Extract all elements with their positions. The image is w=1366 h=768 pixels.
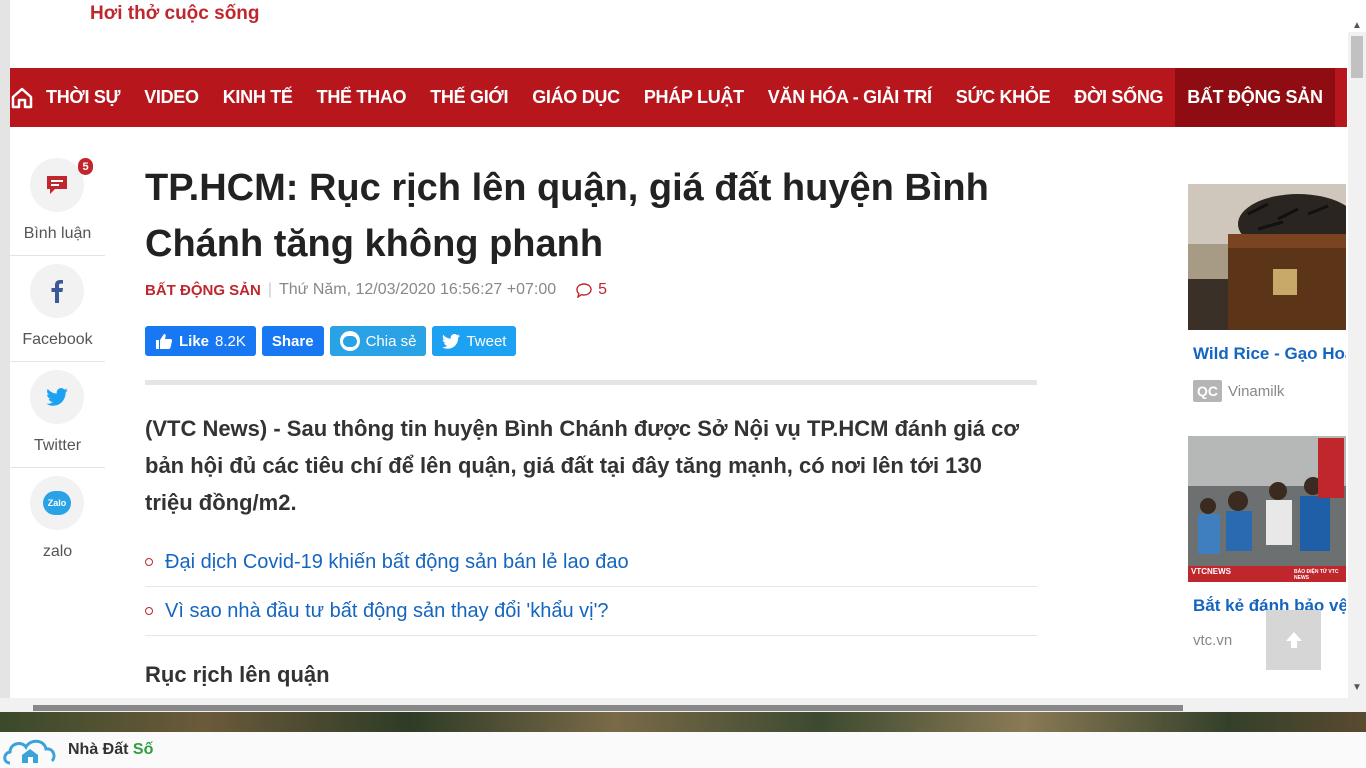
twitter-icon[interactable]	[30, 370, 84, 424]
related-link-text[interactable]: Đại dịch Covid-19 khiến bất động sản bán…	[165, 551, 629, 574]
facebook-like-button[interactable]: Like 8.2K	[145, 326, 256, 356]
nav-item-van-hoa-giai-tri[interactable]: VĂN HÓA - GIẢI TRÍ	[756, 68, 944, 127]
bottom-banner-image	[0, 712, 1366, 732]
zalo-share-button[interactable]: Chia sẻ	[329, 326, 427, 356]
like-label: Like	[179, 332, 210, 350]
related-link[interactable]: Đại dịch Covid-19 khiến bất động sản bán…	[145, 538, 1037, 587]
ad-source: QC Vinamilk	[1193, 380, 1346, 402]
social-buttons: Like 8.2K Share Chia sẻ Tweet	[145, 326, 517, 356]
tweet-bird-icon	[442, 333, 461, 349]
back-to-top-button[interactable]	[1266, 610, 1321, 670]
nav-item-doi-song[interactable]: ĐỜI SỐNG	[1062, 68, 1175, 127]
thumbs-up-icon	[156, 333, 173, 349]
ad-source-name: Vinamilk	[1228, 382, 1285, 400]
arrow-up-icon	[1285, 632, 1302, 648]
bullet-icon	[145, 558, 153, 566]
nav-item-suc-khoe[interactable]: SỨC KHỎE	[944, 68, 1063, 127]
cloud-house-icon	[3, 739, 56, 765]
main-nav: THỜI SỰ VIDEO KINH TẾ THỂ THAO THẾ GIỚI …	[10, 68, 1366, 127]
zalo-label: zalo	[42, 543, 73, 560]
ad-source-name: vtc.vn	[1193, 632, 1233, 649]
article-comment-count: 5	[598, 281, 608, 298]
zalo-small-icon	[339, 331, 360, 351]
bottom-logo[interactable]: Nhà Đất Số	[0, 732, 1366, 768]
nav-item-video[interactable]: VIDEO	[132, 68, 211, 127]
share-sidebar: 5 Bình luận Facebook Twitter Zalo zalo	[10, 150, 105, 573]
article-comment-link[interactable]: 5	[576, 281, 607, 299]
horizontal-scrollbar-thumb[interactable]	[33, 705, 1183, 711]
zalo-share-item[interactable]: Zalo zalo	[10, 468, 105, 573]
horizontal-scrollbar[interactable]	[0, 698, 1366, 712]
site-slogan: Hơi thở cuộc sống	[90, 3, 260, 24]
vertical-scrollbar-thumb[interactable]	[1351, 36, 1363, 78]
nav-item-bat-dong-san[interactable]: BẤT ĐỘNG SẢN	[1175, 68, 1335, 127]
home-icon[interactable]	[10, 68, 34, 127]
article-category-link[interactable]: BẤT ĐỘNG SẢN	[145, 282, 261, 299]
sidebar-ad-1[interactable]: Wild Rice - Gạo Hoang QC Vinamilk	[1188, 184, 1346, 402]
bottom-logo-text: Nhà Đất Số	[68, 741, 154, 758]
nav-item-thoi-su[interactable]: THỜI SỰ	[34, 68, 132, 127]
comment-icon[interactable]	[30, 158, 84, 212]
article-datetime: Thứ Năm, 12/03/2020 16:56:27 +07:00	[279, 281, 557, 298]
article-title: TP.HCM: Rục rịch lên quận, giá đất huyện…	[145, 167, 989, 265]
nav-item-phap-luat[interactable]: PHÁP LUẬT	[632, 68, 756, 127]
scroll-down-arrow-icon[interactable]: ▼	[1352, 682, 1362, 693]
twitter-label: Twitter	[33, 437, 82, 454]
page-left-gutter	[0, 0, 10, 712]
scroll-up-arrow-icon[interactable]: ▲	[1352, 20, 1362, 31]
article-meta: BẤT ĐỘNG SẢN | Thứ Năm, 12/03/2020 16:56…	[145, 281, 607, 299]
facebook-share-button[interactable]: Share	[261, 326, 324, 356]
tweet-label: Tweet	[466, 332, 507, 350]
comments-label: Bình luận	[23, 225, 92, 242]
zalo-icon[interactable]: Zalo	[30, 476, 84, 530]
tweet-button[interactable]: Tweet	[432, 326, 517, 356]
ad-image-wild-rice[interactable]	[1188, 184, 1346, 330]
ad-image-hospital-fight[interactable]: VTCNEWS BÁO ĐIỆN TỬ VTC NEWS	[1188, 436, 1346, 582]
nav-item-giao-duc[interactable]: GIÁO DỤC	[520, 68, 632, 127]
nav-item-kinh-te[interactable]: KINH TẾ	[211, 68, 305, 127]
facebook-icon[interactable]	[30, 264, 84, 318]
zalo-icon-text: Zalo	[43, 491, 71, 515]
ad-overlay-logo: VTCNEWS	[1191, 567, 1231, 576]
facebook-label: Facebook	[22, 331, 93, 348]
ad-badge: QC	[1193, 380, 1222, 402]
article-sapo: (VTC News) - Sau thông tin huyện Bình Ch…	[145, 416, 1020, 515]
ad-caption[interactable]: Wild Rice - Gạo Hoang	[1193, 344, 1346, 364]
nav-item-the-thao[interactable]: THỂ THAO	[305, 68, 419, 127]
twitter-share-item[interactable]: Twitter	[10, 362, 105, 468]
bullet-icon	[145, 607, 153, 615]
comment-count-badge: 5	[78, 158, 93, 175]
vertical-scrollbar[interactable]: ▲ ▼	[1348, 20, 1366, 698]
article-divider	[145, 380, 1037, 385]
related-link[interactable]: Vì sao nhà đầu tư bất động sản thay đổi …	[145, 587, 1037, 636]
nav-item-the-gioi[interactable]: THẾ GIỚI	[418, 68, 520, 127]
related-links: Đại dịch Covid-19 khiến bất động sản bán…	[145, 538, 1037, 636]
meta-separator: |	[267, 281, 272, 298]
comment-bubble-icon	[576, 282, 592, 298]
related-link-text[interactable]: Vì sao nhà đầu tư bất động sản thay đổi …	[165, 600, 609, 623]
comments-share-item[interactable]: 5 Bình luận	[10, 150, 105, 256]
facebook-share-item[interactable]: Facebook	[10, 256, 105, 362]
like-count: 8.2K	[215, 332, 246, 350]
ad-overlay-tagline: BÁO ĐIỆN TỬ VTC NEWS	[1294, 569, 1339, 581]
article-subheading: Rục rịch lên quận	[145, 662, 330, 687]
zalo-share-label: Chia sẻ	[365, 332, 417, 350]
